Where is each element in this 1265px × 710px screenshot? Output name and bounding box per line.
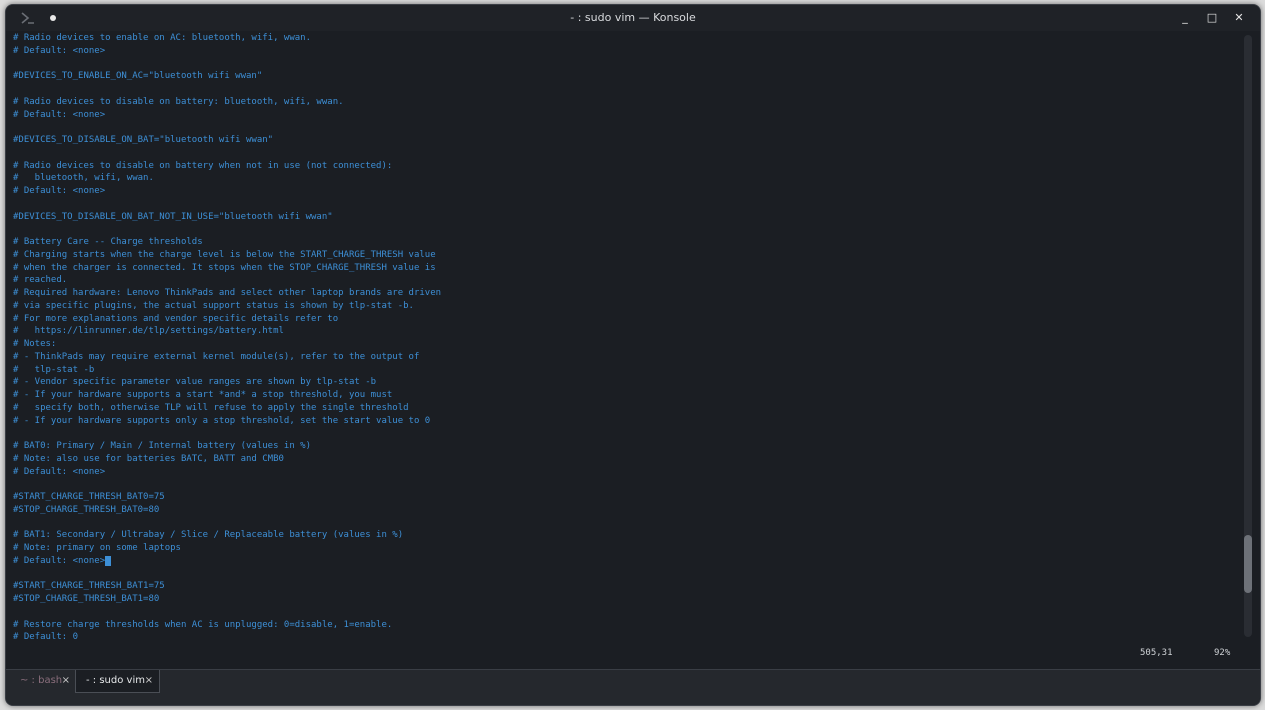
terminal-area[interactable]: # Radio devices to enable on AC: bluetoo… <box>6 31 1260 669</box>
editor-line[interactable]: # Battery Care -- Charge thresholds <box>13 236 441 249</box>
editor-line[interactable]: #STOP_CHARGE_THRESH_BAT0=80 <box>13 504 441 517</box>
vim-buffer[interactable]: # Radio devices to enable on AC: bluetoo… <box>13 32 441 644</box>
minimize-icon: _ <box>1182 11 1188 24</box>
editor-line[interactable]: # - If your hardware supports a start *a… <box>13 389 441 402</box>
editor-line[interactable]: # Default: 0 <box>13 631 441 644</box>
editor-line[interactable] <box>13 478 441 491</box>
editor-line[interactable]: # via specific plugins, the actual suppo… <box>13 300 441 313</box>
close-icon[interactable]: × <box>145 670 153 692</box>
window-title: - : sudo vim — Konsole <box>570 11 696 24</box>
editor-line[interactable]: # Charging starts when the charge level … <box>13 249 441 262</box>
editor-line[interactable]: # Notes: <box>13 338 441 351</box>
editor-line[interactable]: # - Vendor specific parameter value rang… <box>13 376 441 389</box>
editor-line[interactable]: # Restore charge thresholds when AC is u… <box>13 619 441 632</box>
editor-line[interactable] <box>13 427 441 440</box>
close-icon[interactable]: × <box>62 670 70 692</box>
editor-line[interactable] <box>13 83 441 96</box>
text-cursor <box>105 555 111 566</box>
editor-line[interactable]: #START_CHARGE_THRESH_BAT0=75 <box>13 491 441 504</box>
editor-line[interactable] <box>13 606 441 619</box>
editor-line[interactable]: # - If your hardware supports only a sto… <box>13 415 441 428</box>
tab-sudo-vim[interactable]: - : sudo vim × <box>75 670 160 693</box>
editor-line[interactable]: # Default: <none> <box>13 109 441 122</box>
scrollbar[interactable] <box>1244 35 1252 637</box>
editor-line[interactable]: # tlp-stat -b <box>13 364 441 377</box>
editor-line[interactable]: # Note: primary on some laptops <box>13 542 441 555</box>
editor-line[interactable]: # Required hardware: Lenovo ThinkPads an… <box>13 287 441 300</box>
editor-line[interactable] <box>13 58 441 71</box>
tab-bash[interactable]: ~ : bash × <box>10 670 76 693</box>
editor-line[interactable]: # Radio devices to disable on battery wh… <box>13 160 441 173</box>
scroll-percent: 92% <box>1214 648 1231 658</box>
cursor-position: 505,31 <box>1140 648 1173 658</box>
editor-line[interactable] <box>13 568 441 581</box>
window-close-icon: ✕ <box>1234 11 1244 24</box>
scrollbar-thumb[interactable] <box>1244 535 1252 593</box>
maximize-button[interactable]: □ <box>1204 10 1220 26</box>
editor-line[interactable] <box>13 198 441 211</box>
editor-line[interactable]: # bluetooth, wifi, wwan. <box>13 172 441 185</box>
editor-line[interactable] <box>13 223 441 236</box>
editor-line[interactable]: # Radio devices to enable on AC: bluetoo… <box>13 32 441 45</box>
tab-bar: ~ : bash × - : sudo vim × <box>6 669 1260 705</box>
editor-line[interactable]: #DEVICES_TO_ENABLE_ON_AC="bluetooth wifi… <box>13 70 441 83</box>
editor-line[interactable]: # BAT0: Primary / Main / Internal batter… <box>13 440 441 453</box>
close-window-button[interactable]: ✕ <box>1231 10 1247 26</box>
editor-line[interactable]: #DEVICES_TO_DISABLE_ON_BAT="bluetooth wi… <box>13 134 441 147</box>
editor-line[interactable]: #START_CHARGE_THRESH_BAT1=75 <box>13 580 441 593</box>
editor-line[interactable]: # - ThinkPads may require external kerne… <box>13 351 441 364</box>
editor-line[interactable]: # Default: <none> <box>13 555 441 568</box>
editor-line[interactable]: # specify both, otherwise TLP will refus… <box>13 402 441 415</box>
minimize-button[interactable]: _ <box>1177 10 1193 26</box>
maximize-icon: □ <box>1206 11 1218 24</box>
editor-line[interactable] <box>13 121 441 134</box>
editor-line[interactable] <box>13 517 441 530</box>
editor-line[interactable]: # Default: <none> <box>13 185 441 198</box>
editor-line[interactable]: # Note: also use for batteries BATC, BAT… <box>13 453 441 466</box>
title-bar[interactable]: - : sudo vim — Konsole _ □ ✕ <box>6 5 1260 31</box>
editor-line[interactable]: # BAT1: Secondary / Ultrabay / Slice / R… <box>13 529 441 542</box>
editor-line[interactable]: # Default: <none> <box>13 45 441 58</box>
editor-line[interactable] <box>13 147 441 160</box>
editor-line[interactable]: # reached. <box>13 274 441 287</box>
editor-line[interactable]: # Radio devices to disable on battery: b… <box>13 96 441 109</box>
tab-label: - : sudo vim <box>86 675 145 686</box>
editor-line[interactable]: #DEVICES_TO_DISABLE_ON_BAT_NOT_IN_USE="b… <box>13 211 441 224</box>
konsole-window: - : sudo vim — Konsole _ □ ✕ # Radio dev… <box>5 4 1261 706</box>
editor-line[interactable]: # Default: <none> <box>13 466 441 479</box>
editor-line[interactable]: # For more explanations and vendor speci… <box>13 313 441 326</box>
editor-line[interactable]: # https://linrunner.de/tlp/settings/batt… <box>13 325 441 338</box>
tab-label: ~ : bash <box>20 675 63 686</box>
editor-line[interactable]: # when the charger is connected. It stop… <box>13 262 441 275</box>
line-text: # Default: <none> <box>13 555 106 566</box>
editor-line[interactable]: #STOP_CHARGE_THRESH_BAT1=80 <box>13 593 441 606</box>
